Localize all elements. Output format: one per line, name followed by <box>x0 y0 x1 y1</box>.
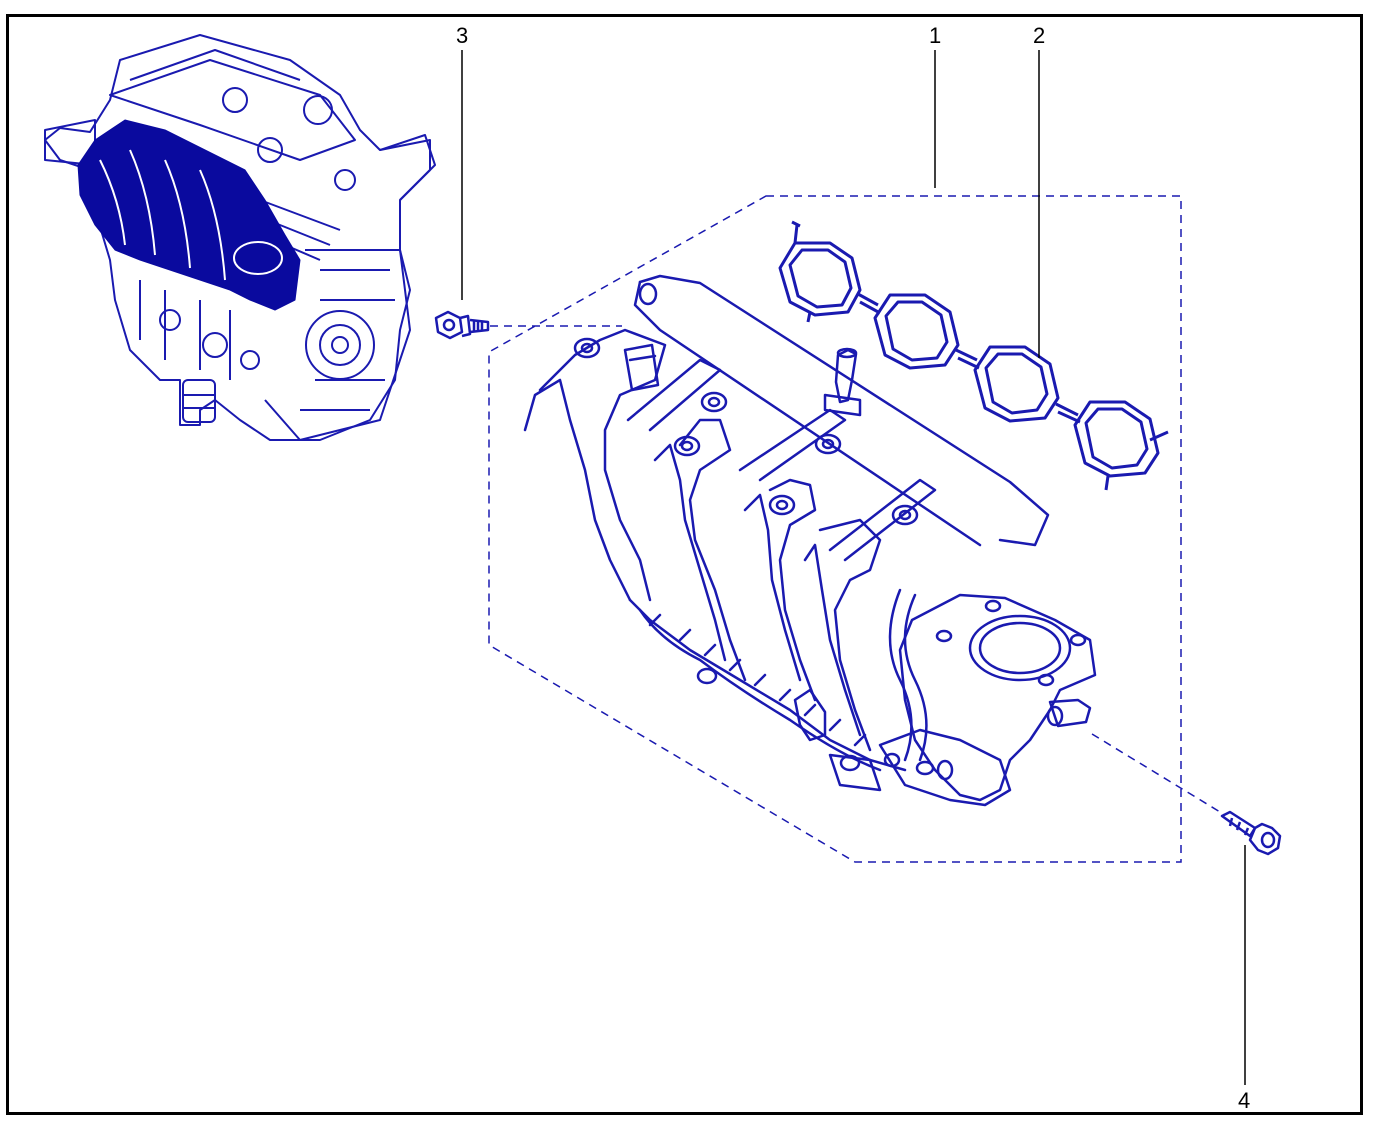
bolt-part-3 <box>434 310 490 340</box>
bolt-part-4 <box>1220 810 1282 856</box>
exploded-parts-diagram: 3 1 2 4 <box>0 0 1392 1124</box>
diagram-artwork <box>44 34 1282 1085</box>
assembly-group-boundary <box>488 195 1182 863</box>
callout-number-4: 4 <box>1238 1088 1251 1113</box>
callout-number-1: 1 <box>929 23 942 48</box>
callout-leader-lines <box>461 50 1246 1085</box>
callout-number-3: 3 <box>456 23 469 48</box>
callout-number-2: 2 <box>1033 23 1046 48</box>
